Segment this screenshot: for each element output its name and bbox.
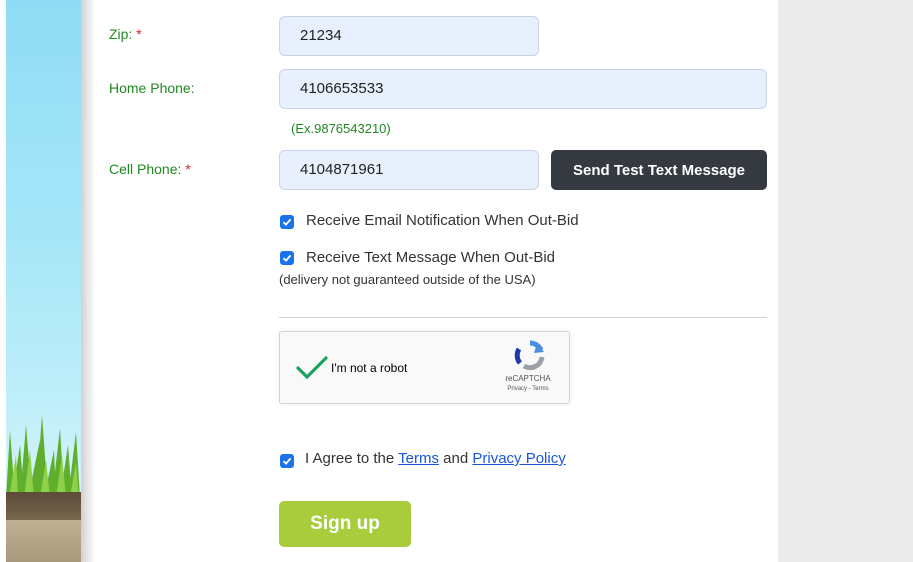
recaptcha-brand: reCAPTCHA: [505, 374, 551, 383]
right-gray-panel: [778, 0, 913, 562]
home-phone-input[interactable]: 4106653533: [279, 69, 767, 109]
zip-label-text: Zip:: [109, 26, 133, 42]
planter-box-top: [6, 492, 81, 520]
agree-checkbox[interactable]: [280, 454, 294, 468]
cell-phone-input[interactable]: 4104871961: [279, 150, 539, 190]
check-icon: [282, 457, 292, 465]
cell-phone-label-text: Cell Phone:: [109, 161, 182, 177]
home-phone-label: Home Phone:: [109, 80, 195, 96]
email-notify-checkbox[interactable]: [280, 215, 294, 229]
decorative-background: [6, 0, 81, 562]
privacy-policy-link[interactable]: Privacy Policy: [472, 450, 565, 467]
agree-text: I Agree to the Terms and Privacy Policy: [305, 450, 566, 467]
recaptcha-privacy-link[interactable]: Privacy: [507, 386, 527, 392]
recaptcha-separator: -: [528, 386, 531, 392]
cell-phone-value: 4104871961: [300, 161, 384, 178]
zip-value: 21234: [300, 27, 342, 44]
section-divider: [279, 317, 767, 318]
text-notify-label: Receive Text Message When Out-Bid: [306, 249, 556, 266]
recaptcha-terms-link[interactable]: Terms: [532, 386, 548, 392]
required-marker: *: [185, 161, 191, 177]
phone-format-hint: (Ex.9876543210): [291, 121, 391, 136]
signup-button[interactable]: Sign up: [279, 501, 411, 547]
recaptcha-links: Privacy - Terms: [498, 386, 558, 392]
cell-phone-label: Cell Phone: *: [109, 161, 191, 177]
check-icon: [282, 218, 292, 226]
content-shadow: [81, 0, 95, 562]
agree-and: and: [443, 450, 469, 467]
agree-prefix: I Agree to the: [305, 450, 395, 467]
checkmark-icon[interactable]: [296, 356, 328, 380]
grass-decoration: [6, 415, 80, 498]
recaptcha-label: I'm not a robot: [331, 361, 408, 375]
required-marker: *: [136, 26, 142, 42]
email-notify-label: Receive Email Notification When Out-Bid: [306, 212, 579, 229]
check-icon: [282, 254, 292, 262]
recaptcha-logo-icon: [514, 340, 545, 371]
zip-input[interactable]: 21234: [279, 16, 539, 56]
send-test-text-button[interactable]: Send Test Text Message: [551, 150, 767, 190]
home-phone-label-text: Home Phone:: [109, 80, 195, 96]
home-phone-value: 4106653533: [300, 80, 384, 97]
recaptcha-widget[interactable]: I'm not a robot reCAPTCHA Privacy - Term…: [279, 331, 570, 404]
zip-label: Zip: *: [109, 26, 142, 42]
terms-link[interactable]: Terms: [398, 450, 439, 467]
text-notify-note: (delivery not guaranteed outside of the …: [279, 272, 536, 287]
text-notify-checkbox[interactable]: [280, 251, 294, 265]
